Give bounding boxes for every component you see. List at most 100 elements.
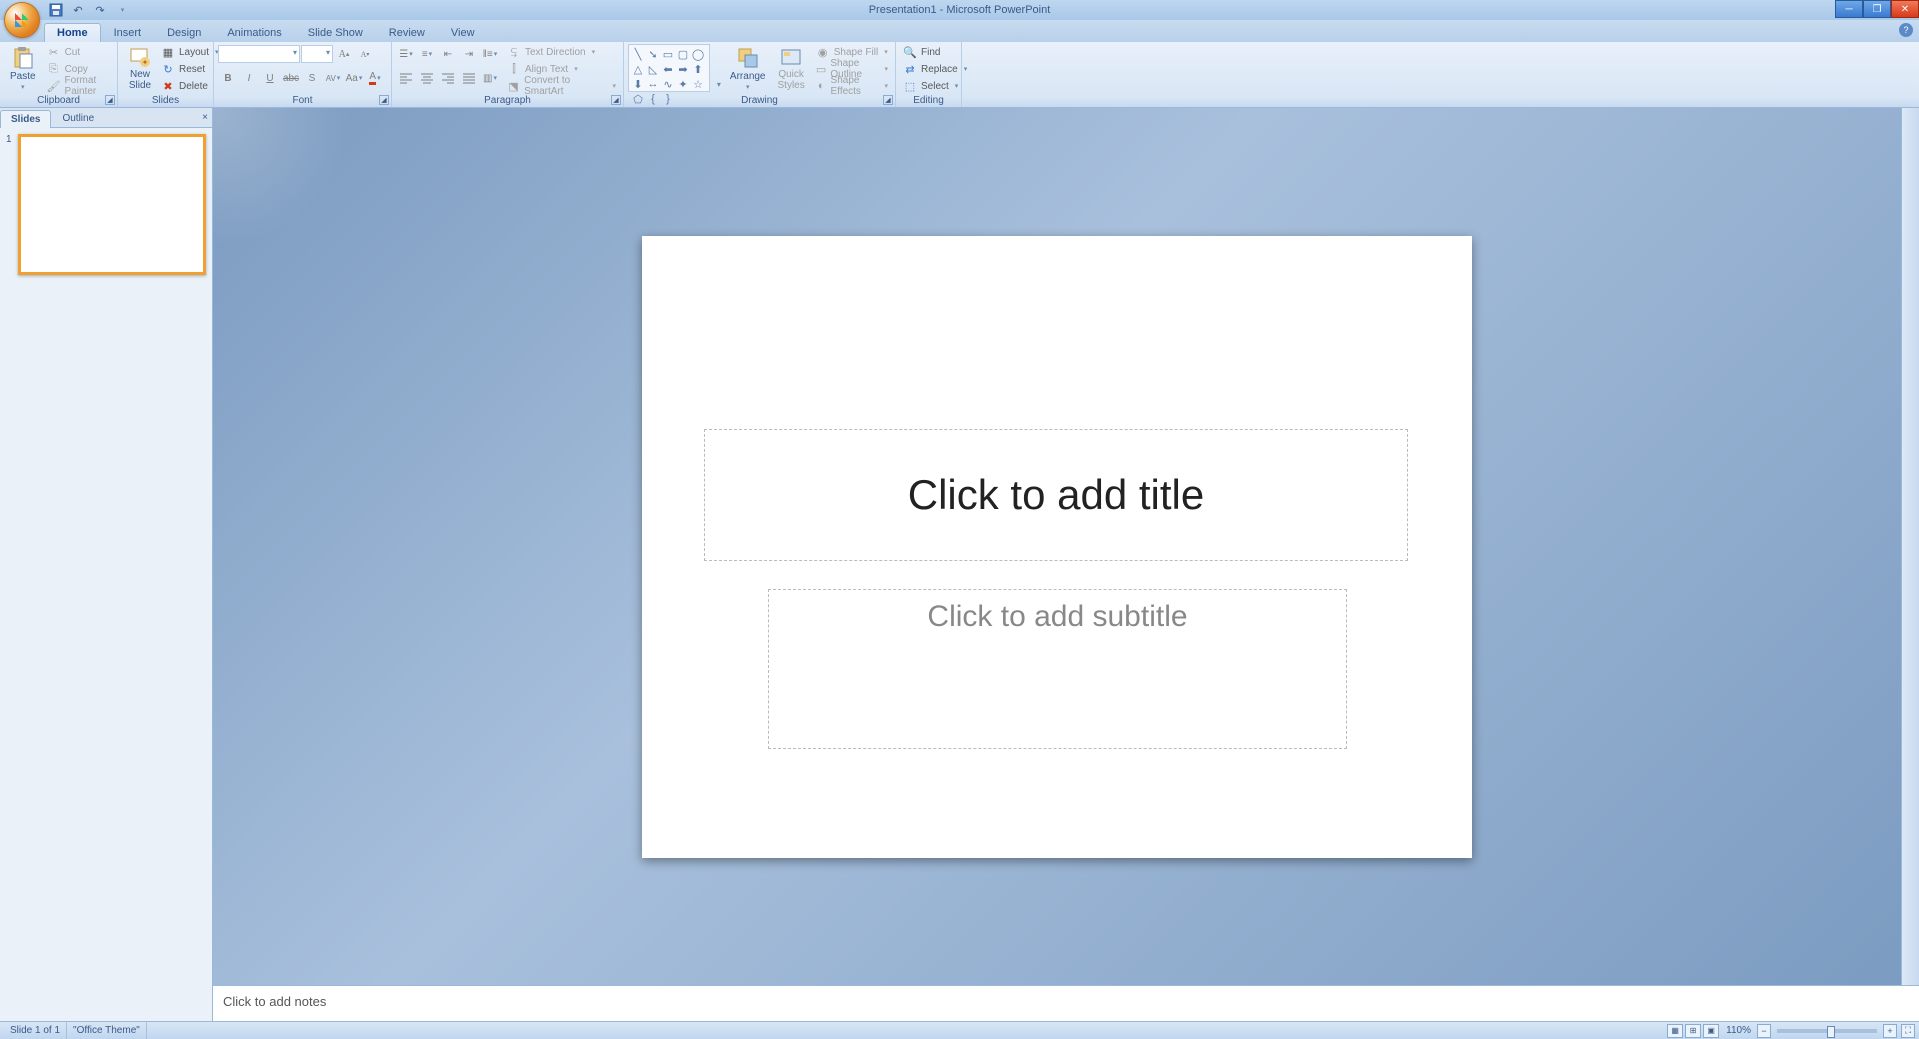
- shape-effects-button[interactable]: ◐Shape Effects▾: [813, 78, 891, 94]
- zoom-out-button[interactable]: −: [1757, 1024, 1771, 1038]
- align-center-button[interactable]: [417, 68, 437, 88]
- status-theme[interactable]: "Office Theme": [67, 1022, 147, 1039]
- subtitle-placeholder[interactable]: Click to add subtitle: [768, 589, 1347, 749]
- redo-icon[interactable]: ↷: [92, 2, 108, 18]
- notes-pane[interactable]: Click to add notes: [213, 985, 1919, 1021]
- underline-button[interactable]: U: [260, 68, 280, 88]
- tab-slide-show[interactable]: Slide Show: [295, 23, 376, 42]
- font-color-button[interactable]: A: [365, 68, 385, 88]
- thumbnail-list: 1: [0, 128, 212, 1021]
- bold-button[interactable]: B: [218, 68, 238, 88]
- convert-smartart-button[interactable]: ⬔Convert to SmartArt▾: [504, 78, 619, 94]
- zoom-level[interactable]: 110%: [1720, 1022, 1757, 1039]
- shape-rtriangle-icon: ◺: [646, 62, 660, 76]
- numbering-button[interactable]: ≡: [417, 44, 437, 64]
- format-painter-icon: 🖌: [47, 79, 61, 93]
- justify-button[interactable]: [459, 68, 479, 88]
- paste-button[interactable]: Paste ▾: [4, 44, 42, 93]
- group-clipboard: Paste ▾ ✂Cut ⎘Copy 🖌Format Painter Clipb…: [0, 42, 118, 107]
- qat-customize-icon[interactable]: [114, 2, 130, 18]
- font-dialog-launcher[interactable]: ◢: [379, 95, 389, 105]
- columns-button[interactable]: ▥: [480, 68, 500, 88]
- grow-font-button[interactable]: A▴: [334, 44, 354, 64]
- text-direction-button[interactable]: ⥹Text Direction▾: [504, 44, 619, 60]
- replace-button[interactable]: ⇄Replace▾: [900, 61, 970, 77]
- bullets-button[interactable]: ☰: [396, 44, 416, 64]
- zoom-slider[interactable]: [1777, 1029, 1877, 1033]
- help-icon[interactable]: ?: [1899, 23, 1913, 37]
- zoom-in-button[interactable]: +: [1883, 1024, 1897, 1038]
- vertical-scrollbar[interactable]: [1901, 108, 1919, 985]
- close-button[interactable]: ✕: [1891, 0, 1919, 18]
- shape-roundrect-icon: ▢: [676, 47, 690, 61]
- maximize-button[interactable]: ❐: [1863, 0, 1891, 18]
- slide: Click to add title Click to add subtitle: [642, 236, 1472, 858]
- normal-view-button[interactable]: ▦: [1667, 1024, 1683, 1038]
- paste-icon: [11, 46, 35, 70]
- align-left-button[interactable]: [396, 68, 416, 88]
- slideshow-view-button[interactable]: ▣: [1703, 1024, 1719, 1038]
- layout-button[interactable]: ▦Layout▾: [158, 44, 222, 60]
- slide-thumbnail[interactable]: 1: [6, 134, 206, 275]
- select-button[interactable]: ⬚Select▾: [900, 78, 970, 94]
- title-bar: ↶ ↷ Presentation1 - Microsoft PowerPoint…: [0, 0, 1919, 20]
- reset-button[interactable]: ↻Reset: [158, 61, 222, 77]
- strikethrough-button[interactable]: abc: [281, 68, 301, 88]
- smartart-icon: ⬔: [507, 79, 520, 93]
- tab-design[interactable]: Design: [154, 23, 214, 42]
- font-name-combo[interactable]: [218, 45, 300, 63]
- pane-close-icon[interactable]: ×: [202, 112, 208, 123]
- group-editing: 🔍Find ⇄Replace▾ ⬚Select▾ Editing: [896, 42, 962, 107]
- find-icon: 🔍: [903, 45, 917, 59]
- save-icon[interactable]: [48, 2, 64, 18]
- pane-tabs: Slides Outline ×: [0, 108, 212, 128]
- tab-insert[interactable]: Insert: [101, 23, 155, 42]
- italic-button[interactable]: I: [239, 68, 259, 88]
- new-slide-icon: ✦: [128, 46, 152, 68]
- tab-review[interactable]: Review: [376, 23, 438, 42]
- clipboard-dialog-launcher[interactable]: ◢: [105, 95, 115, 105]
- sorter-view-button[interactable]: ⊞: [1685, 1024, 1701, 1038]
- drawing-dialog-launcher[interactable]: ◢: [883, 95, 893, 105]
- decrease-indent-button[interactable]: ⇤: [438, 44, 458, 64]
- shrink-font-button[interactable]: A▾: [355, 44, 375, 64]
- paragraph-dialog-launcher[interactable]: ◢: [611, 95, 621, 105]
- shape-line-icon: ╲: [631, 47, 645, 61]
- pane-tab-slides[interactable]: Slides: [0, 110, 51, 128]
- undo-icon[interactable]: ↶: [70, 2, 86, 18]
- tab-home[interactable]: Home: [44, 23, 101, 42]
- paste-dropdown-icon: ▾: [21, 83, 25, 91]
- title-placeholder-text: Click to add title: [908, 471, 1204, 519]
- group-drawing: ╲ ➘ ▭ ▢ ◯ △ ◺ ⬅ ➡ ⬆ ⬇ ↔ ∿ ✦ ☆ ⬠ { } Arra…: [624, 42, 896, 107]
- delete-button[interactable]: ✖Delete: [158, 78, 222, 94]
- format-painter-button[interactable]: 🖌Format Painter: [44, 78, 113, 94]
- pane-tab-outline[interactable]: Outline: [51, 109, 105, 127]
- find-button[interactable]: 🔍Find: [900, 44, 970, 60]
- title-placeholder[interactable]: Click to add title: [704, 429, 1408, 561]
- quick-styles-button[interactable]: Quick Styles: [772, 44, 811, 93]
- shape-fill-icon: ◉: [816, 45, 830, 59]
- fit-to-window-button[interactable]: ⛶: [1901, 1024, 1915, 1038]
- layout-icon: ▦: [161, 45, 175, 59]
- cut-button[interactable]: ✂Cut: [44, 44, 113, 60]
- shadow-button[interactable]: S: [302, 68, 322, 88]
- arrange-button[interactable]: Arrange ▾: [724, 44, 772, 93]
- change-case-button[interactable]: Aa: [344, 68, 364, 88]
- increase-indent-button[interactable]: ⇥: [459, 44, 479, 64]
- minimize-button[interactable]: ─: [1835, 0, 1863, 18]
- line-spacing-button[interactable]: ‖≡: [480, 44, 500, 64]
- new-slide-button[interactable]: ✦ New Slide: [122, 44, 158, 93]
- shapes-gallery[interactable]: ╲ ➘ ▭ ▢ ◯ △ ◺ ⬅ ➡ ⬆ ⬇ ↔ ∿ ✦ ☆ ⬠ { }: [628, 44, 710, 92]
- tab-view[interactable]: View: [438, 23, 488, 42]
- char-spacing-button[interactable]: AV: [323, 68, 343, 88]
- main-pane: Click to add title Click to add subtitle…: [213, 108, 1919, 1021]
- office-button[interactable]: [4, 2, 40, 38]
- align-right-button[interactable]: [438, 68, 458, 88]
- status-slide-info[interactable]: Slide 1 of 1: [4, 1022, 67, 1039]
- tab-animations[interactable]: Animations: [214, 23, 294, 42]
- group-paragraph: ☰ ≡ ⇤ ⇥ ‖≡ ▥: [392, 42, 624, 107]
- select-icon: ⬚: [903, 79, 917, 93]
- shape-arrow-icon: ➘: [646, 47, 660, 61]
- slide-canvas-area[interactable]: Click to add title Click to add subtitle: [213, 108, 1901, 985]
- font-size-combo[interactable]: [301, 45, 333, 63]
